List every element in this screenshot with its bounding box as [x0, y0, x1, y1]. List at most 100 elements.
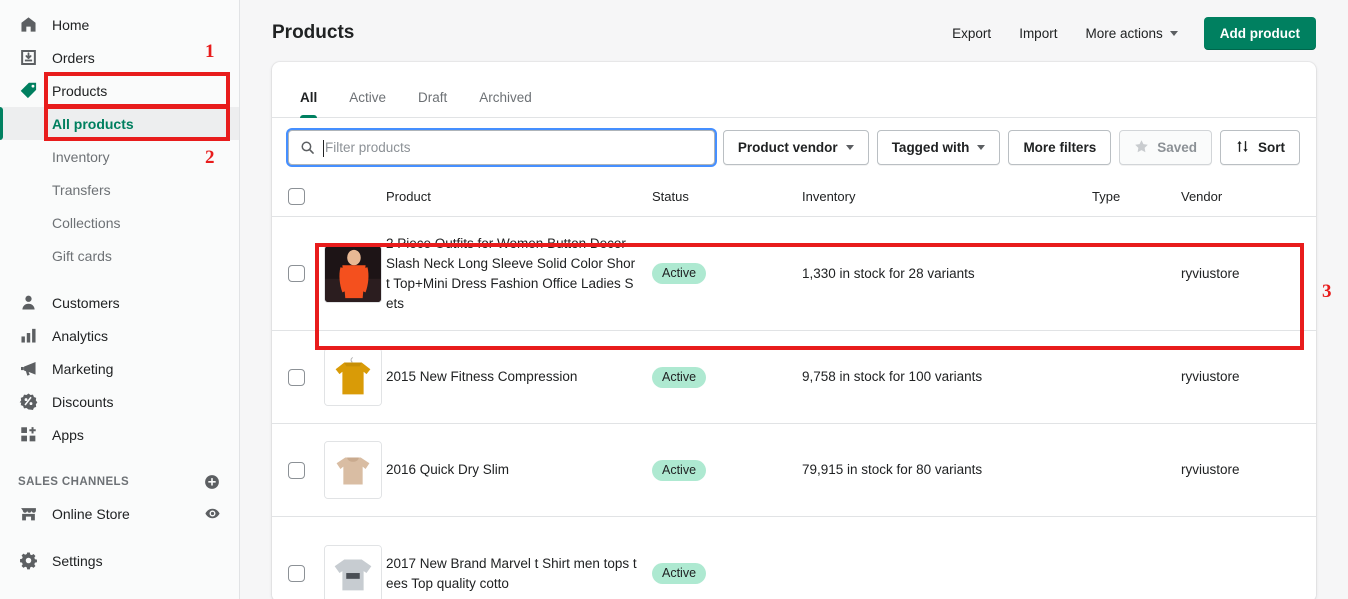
sidebar-item-home[interactable]: Home [0, 8, 239, 41]
sidebar-item-apps[interactable]: Apps [0, 418, 239, 451]
sidebar-item-label: Marketing [52, 360, 114, 377]
inventory-cell: 79,915 in stock for 80 variants [802, 461, 1092, 479]
sidebar-item-all-products[interactable]: All products [0, 107, 239, 140]
product-title-cell: 2017 New Brand Marvel t Shirt men tops t… [386, 554, 652, 594]
tab-bar: All Active Draft Archived [272, 62, 1316, 118]
inventory-text: 9,758 in stock for 100 variants [802, 369, 983, 384]
saved-label: Saved [1157, 140, 1197, 155]
active-indicator-bar [0, 107, 3, 140]
sidebar-item-marketing[interactable]: Marketing [0, 352, 239, 385]
import-button[interactable]: Import [1005, 18, 1071, 49]
select-all-checkbox[interactable] [288, 188, 305, 205]
add-sales-channel-icon[interactable] [203, 473, 221, 491]
sidebar-item-label: Inventory [52, 148, 110, 165]
view-store-eye-icon[interactable] [204, 505, 221, 522]
search-input[interactable] [325, 131, 714, 164]
table-row[interactable]: 2015 New Fitness Compression Active 9,75… [272, 331, 1316, 424]
row-checkbox[interactable] [288, 565, 305, 582]
tab-all[interactable]: All [284, 90, 333, 118]
select-all-cell [288, 188, 324, 205]
sidebar-item-label: Gift cards [52, 247, 112, 264]
chevron-down-icon [845, 145, 854, 150]
row-select-cell [288, 265, 324, 282]
import-label: Import [1019, 25, 1058, 41]
sidebar: Home Orders Products All products Invent… [0, 0, 240, 599]
sidebar-item-label: Orders [52, 49, 95, 66]
product-vendor-filter-button[interactable]: Product vendor [722, 130, 869, 165]
more-actions-label: More actions [1085, 25, 1163, 41]
more-filters-button[interactable]: More filters [1008, 130, 1112, 165]
discount-percent-icon [18, 392, 38, 412]
sort-button[interactable]: Sort [1220, 130, 1300, 165]
gear-icon [18, 551, 38, 571]
search-box[interactable] [288, 130, 715, 165]
sidebar-item-customers[interactable]: Customers [0, 286, 239, 319]
star-icon [1134, 139, 1149, 157]
tab-draft[interactable]: Draft [402, 90, 463, 117]
store-icon [18, 504, 38, 524]
sidebar-item-inventory[interactable]: Inventory [0, 140, 239, 173]
sidebar-item-label: Settings [52, 552, 103, 569]
tab-archived[interactable]: Archived [463, 90, 548, 117]
page-title: Products [272, 22, 355, 43]
table-row[interactable]: 2017 New Brand Marvel t Shirt men tops t… [272, 517, 1316, 599]
sort-arrows-icon [1235, 139, 1250, 157]
add-product-button[interactable]: Add product [1203, 16, 1316, 50]
sidebar-item-orders[interactable]: Orders [0, 41, 239, 74]
sidebar-item-label: Products [52, 82, 108, 99]
main-content: Products Export Import More actions Add … [240, 0, 1348, 599]
page-header: Products Export Import More actions Add … [272, 0, 1316, 62]
inventory-text: 79,915 in stock for 80 variants [802, 462, 983, 477]
search-wrapper [288, 130, 715, 165]
status-badge: Active [652, 366, 707, 388]
table-row[interactable]: 2 Piece Outfits for Women Button Decor S… [272, 217, 1316, 331]
gray-tshirt-thumb [324, 544, 382, 599]
sidebar-item-gift-cards[interactable]: Gift cards [0, 239, 239, 272]
home-icon [18, 15, 38, 35]
mustard-sweater-thumb [324, 348, 382, 406]
status-cell: Active [652, 366, 802, 388]
saved-filters-button[interactable]: Saved [1119, 130, 1212, 165]
row-checkbox[interactable] [288, 461, 305, 479]
sidebar-item-settings[interactable]: Settings [0, 544, 239, 577]
sales-channels-label: SALES CHANNELS [18, 476, 130, 488]
sidebar-item-label: Online Store [52, 505, 130, 522]
status-badge: Active [652, 563, 707, 584]
column-header-vendor: Vendor [1181, 189, 1223, 204]
sidebar-item-collections[interactable]: Collections [0, 206, 239, 239]
row-select-cell [288, 565, 324, 582]
table-header-row: Product Status Inventory Type Vendor [272, 177, 1316, 217]
sales-channels-section-header: SALES CHANNELS [0, 467, 239, 497]
sidebar-item-label: Collections [52, 214, 121, 231]
column-header-product: Product [386, 189, 431, 204]
tagged-with-label: Tagged with [891, 140, 970, 155]
sidebar-item-transfers[interactable]: Transfers [0, 173, 239, 206]
inventory-text: 1,330 in stock for 28 variants [802, 265, 975, 281]
row-checkbox[interactable] [288, 368, 305, 386]
sidebar-item-analytics[interactable]: Analytics [0, 319, 239, 352]
red-dress-thumb [324, 244, 382, 303]
sidebar-item-label: Analytics [52, 327, 109, 344]
row-select-cell [288, 368, 324, 386]
export-button[interactable]: Export [938, 18, 1005, 49]
export-label: Export [952, 25, 992, 41]
column-header-status: Status [652, 189, 689, 204]
annotation-number-1: 1 [205, 41, 215, 62]
table-row[interactable]: 2016 Quick Dry Slim Active 79,915 in sto… [272, 424, 1316, 517]
sidebar-item-online-store[interactable]: Online Store [0, 497, 239, 530]
tab-active[interactable]: Active [333, 90, 402, 117]
tagged-with-filter-button[interactable]: Tagged with [876, 130, 1001, 165]
product-title-cell: 2015 New Fitness Compression [386, 367, 652, 387]
status-cell: Active [652, 459, 802, 481]
products-tag-icon [18, 81, 38, 101]
analytics-bars-icon [18, 326, 38, 346]
header-actions: Export Import More actions Add product [938, 16, 1316, 50]
sort-label: Sort [1258, 140, 1285, 155]
sidebar-item-products[interactable]: Products [0, 74, 239, 107]
vendor-cell: ryviustore [1181, 265, 1300, 283]
vendor-text: ryviustore [1181, 462, 1240, 477]
row-checkbox[interactable] [288, 265, 305, 282]
column-header-inventory: Inventory [802, 189, 856, 204]
more-actions-button[interactable]: More actions [1071, 18, 1191, 49]
sidebar-item-discounts[interactable]: Discounts [0, 385, 239, 418]
